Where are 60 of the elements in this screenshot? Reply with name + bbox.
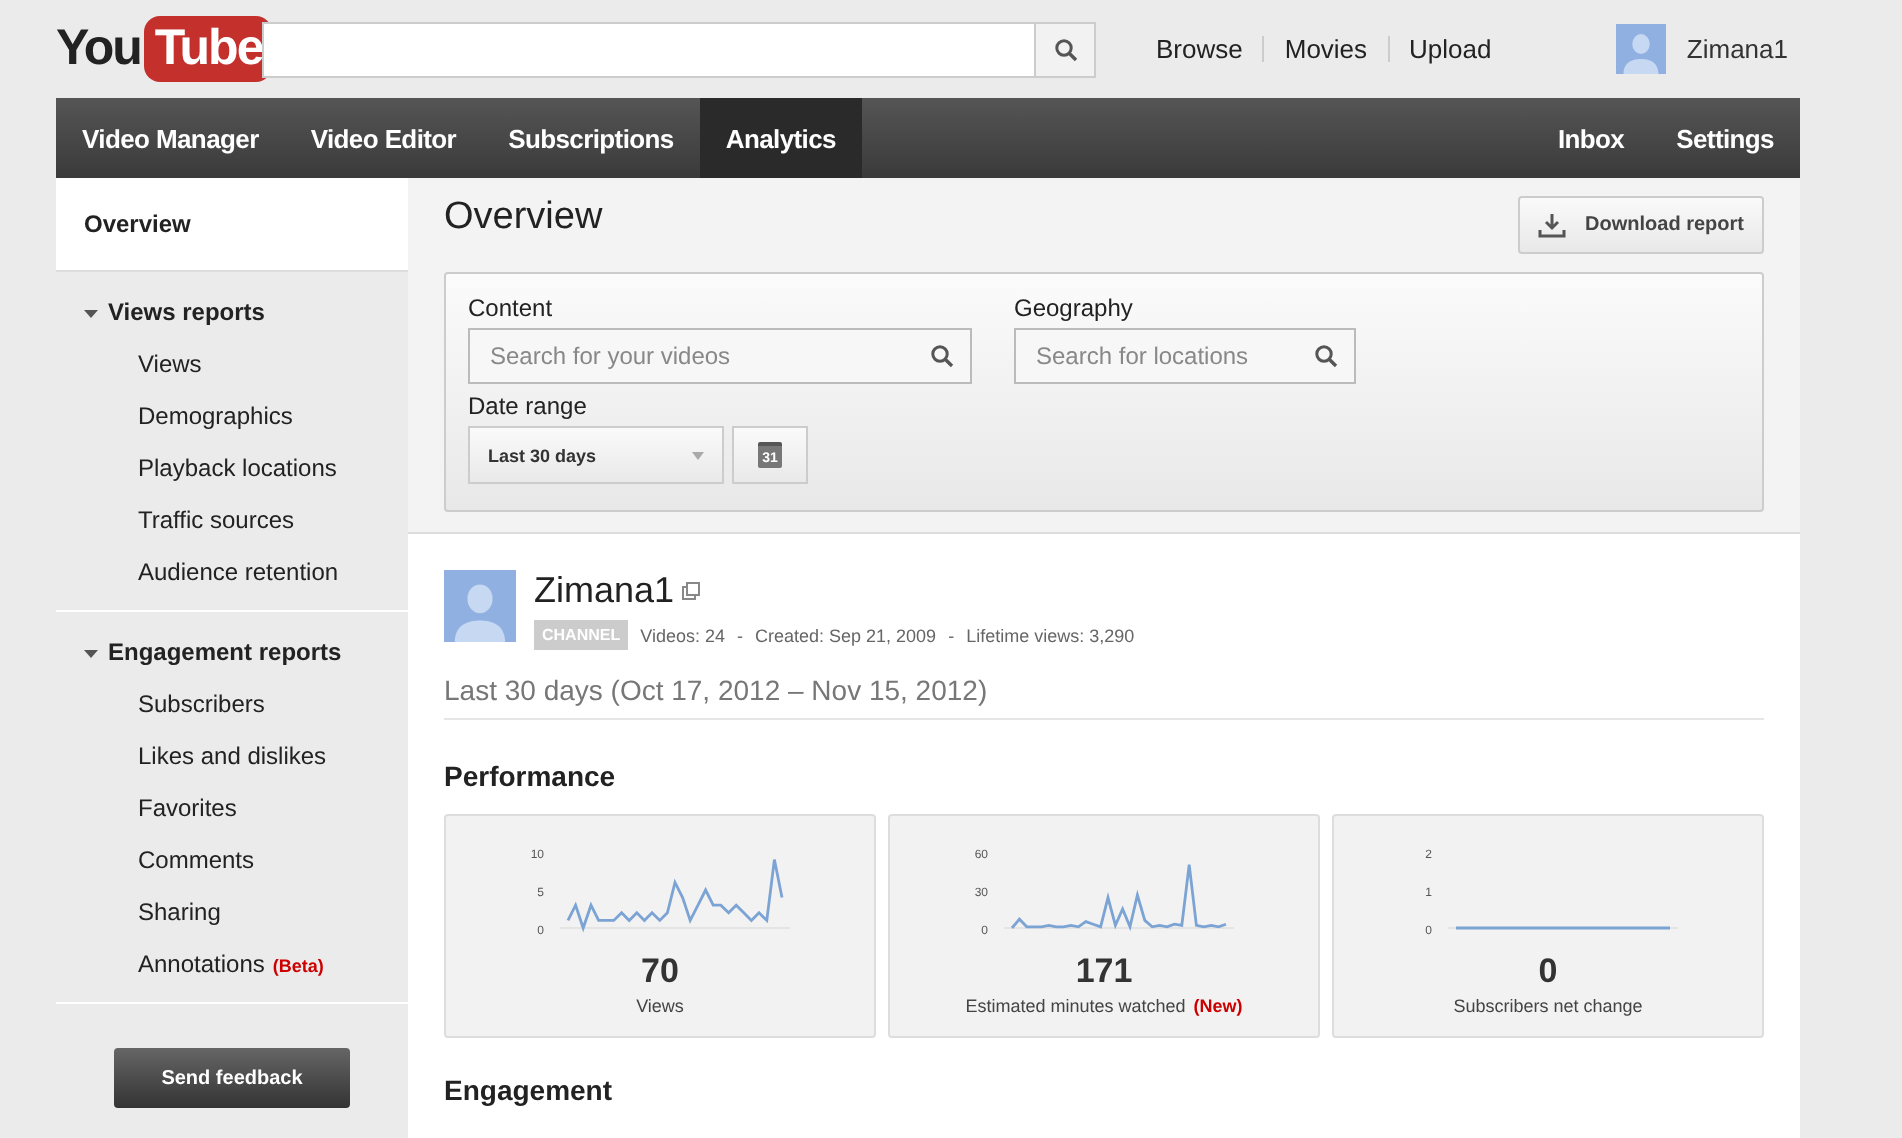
search-icon xyxy=(1053,37,1077,61)
metric-label: Estimated minutes watched (New) xyxy=(965,996,1243,1016)
popout-icon[interactable] xyxy=(682,582,701,600)
nav-tab[interactable]: Inbox xyxy=(1531,98,1651,178)
sidebar-item[interactable]: Demographics xyxy=(56,390,408,442)
metric-value: 171 xyxy=(1075,952,1133,992)
nav-tab[interactable]: Analytics xyxy=(699,98,862,178)
metric-value: 0 xyxy=(1538,952,1558,992)
nav-tab[interactable]: Settings xyxy=(1650,98,1800,178)
metric-label: Subscribers net change xyxy=(1453,996,1643,1016)
sidebar-item[interactable]: Traffic sources xyxy=(56,494,408,546)
metric-value: 70 xyxy=(641,952,679,992)
separator: - xyxy=(948,625,955,645)
sidebar-item[interactable]: Playback locations xyxy=(56,442,408,494)
search-field[interactable] xyxy=(262,21,1096,77)
caret-icon xyxy=(84,645,98,659)
user-name[interactable]: Zimana1 xyxy=(1686,34,1788,64)
channel-stat: Created: Sep 21, 2009 xyxy=(754,625,937,645)
header-link[interactable]: Movies xyxy=(1262,36,1388,62)
sidebar-item[interactable]: Sharing xyxy=(56,886,408,938)
search-field[interactable]: Search for locations xyxy=(1014,328,1356,384)
field-label: Geography xyxy=(1014,294,1135,322)
search-button[interactable] xyxy=(1034,23,1094,75)
sidebar-item[interactable]: Overview xyxy=(56,178,408,272)
page-title: Overview xyxy=(444,196,603,240)
nav-tab[interactable]: Video Editor xyxy=(284,98,483,178)
channel-stat: Videos: 24 xyxy=(640,625,725,645)
sidebar-item[interactable]: Audience retention xyxy=(56,546,408,598)
search-field[interactable]: Search for your videos xyxy=(468,328,972,384)
sidebar-item[interactable]: Favorites xyxy=(56,782,408,834)
nav-tab[interactable]: Video Manager xyxy=(56,98,285,178)
sidebar-item[interactable]: Annotations (Beta) xyxy=(56,938,408,990)
metric-label: Views xyxy=(636,996,684,1016)
feedback-button[interactable]: Send feedback xyxy=(114,1048,350,1108)
channel-stat: Lifetime views: 3,290 xyxy=(966,625,1135,645)
section-title: Engagement xyxy=(444,1074,615,1106)
field-label: Content xyxy=(468,294,555,322)
date-range-dropdown[interactable]: Last 30 days xyxy=(468,426,724,484)
section-title: Performance xyxy=(444,760,618,792)
date-period: Last 30 days (Oct 17, 2012 – Nov 15, 2012) xyxy=(444,650,1764,720)
sidebar-item[interactable]: Comments xyxy=(56,834,408,886)
header-link[interactable]: Upload xyxy=(1387,36,1512,62)
separator: - xyxy=(736,625,743,645)
sidebar-item[interactable]: Likes and dislikes xyxy=(56,730,408,782)
channel-name: Zimana1 xyxy=(534,570,675,612)
caret-icon xyxy=(84,305,98,319)
caret-icon xyxy=(692,451,704,459)
nav-tab[interactable]: Subscriptions xyxy=(482,98,700,178)
download-button[interactable]: Download report xyxy=(1517,196,1764,254)
avatar-icon xyxy=(1616,24,1667,74)
field-label: Date range xyxy=(468,392,589,420)
sidebar-item[interactable]: Views xyxy=(56,338,408,390)
search-icon xyxy=(1314,344,1338,368)
header-link[interactable]: Browse xyxy=(1136,36,1263,62)
sidebar-group-title[interactable]: Engagement reports xyxy=(56,636,408,668)
download-icon xyxy=(1537,213,1566,237)
sidebar-group-title[interactable]: Views reports xyxy=(56,296,408,328)
sidebar-item[interactable]: Subscribers xyxy=(56,678,408,730)
search-icon xyxy=(930,344,954,368)
channel-avatar-icon xyxy=(444,570,516,642)
